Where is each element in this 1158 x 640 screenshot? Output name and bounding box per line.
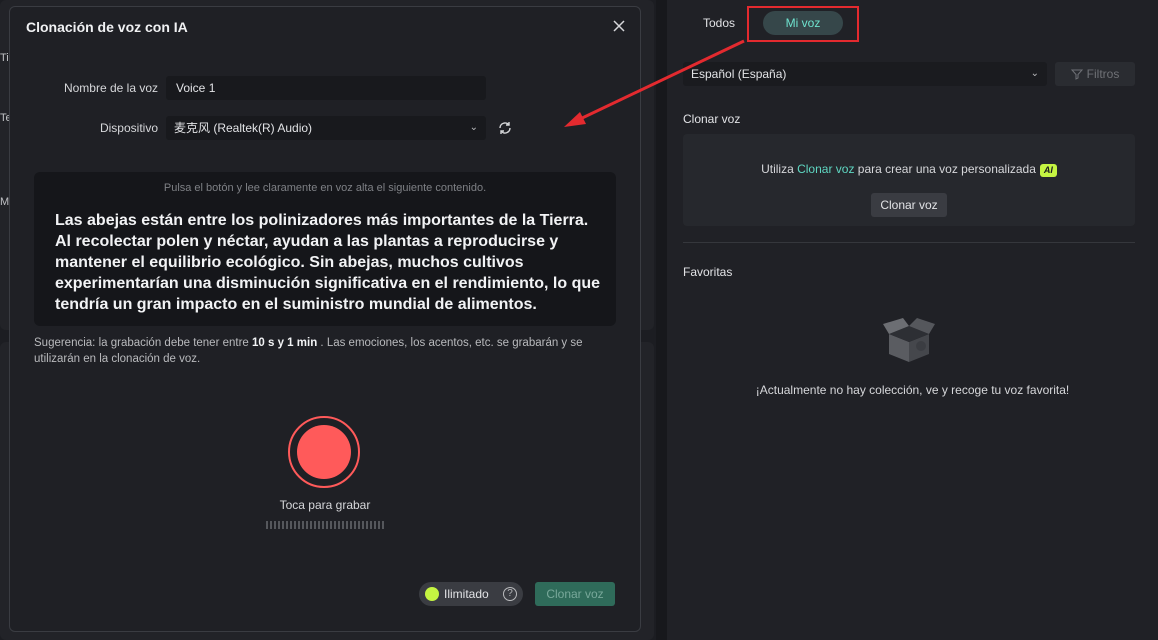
clone-card-button[interactable]: Clonar voz xyxy=(871,193,947,217)
waveform-bar xyxy=(330,521,332,529)
waveform-bar xyxy=(326,521,328,529)
refresh-icon[interactable] xyxy=(496,119,514,137)
waveform-bar xyxy=(322,521,324,529)
waveform-placeholder xyxy=(266,521,384,529)
close-icon[interactable] xyxy=(610,17,628,35)
favorites-title: Favoritas xyxy=(683,265,733,279)
waveform-bar xyxy=(342,521,344,529)
clone-voice-button[interactable]: Clonar voz xyxy=(535,582,615,606)
filter-icon xyxy=(1070,69,1083,80)
waveform-bar xyxy=(282,521,284,529)
recording-suggestion: Sugerencia: la grabación debe tener entr… xyxy=(34,335,624,367)
clone-card-text: Utiliza Clonar voz para crear una voz pe… xyxy=(683,162,1135,177)
filters-button[interactable]: Filtros xyxy=(1055,62,1135,86)
waveform-bar xyxy=(334,521,336,529)
record-icon xyxy=(297,425,351,479)
voice-clone-dialog: Clonación de voz con IA Nombre de la voz… xyxy=(9,6,641,632)
waveform-bar xyxy=(366,521,368,529)
voice-tabs: Todos Mi voz xyxy=(667,6,1158,42)
language-select[interactable]: Español (España) ⌄ xyxy=(683,62,1047,86)
reading-text: Las abejas están entre los polinizadores… xyxy=(55,212,601,313)
waveform-bar xyxy=(294,521,296,529)
voice-name-input[interactable]: Voice 1 xyxy=(166,76,486,100)
waveform-bar xyxy=(302,521,304,529)
unlimited-label: Ilimitado xyxy=(444,587,489,601)
suggestion-duration: 10 s y 1 min xyxy=(252,337,318,349)
filters-label: Filtros xyxy=(1086,67,1120,81)
record-label: Toca para grabar xyxy=(279,498,371,512)
voice-name-label: Nombre de la voz xyxy=(63,81,158,95)
waveform-bar xyxy=(306,521,308,529)
waveform-bar xyxy=(354,521,356,529)
clone-voice-link[interactable]: Clonar voz xyxy=(797,162,854,176)
clone-section-title: Clonar voz xyxy=(683,112,741,126)
reading-hint: Pulsa el botón y lee claramente en voz a… xyxy=(163,182,487,194)
suggestion-prefix: Sugerencia: la grabación debe tener entr… xyxy=(34,337,253,349)
help-icon[interactable]: ? xyxy=(503,587,517,601)
waveform-bar xyxy=(378,521,380,529)
waveform-bar xyxy=(270,521,272,529)
device-select[interactable]: 麦克风 (Realtek(R) Audio) ⌄ xyxy=(166,116,486,140)
ai-badge: AI xyxy=(1039,164,1057,177)
clone-text-suffix: para crear una voz personalizada xyxy=(854,162,1036,176)
clone-text-prefix: Utiliza xyxy=(761,162,798,176)
empty-favorites-text: ¡Actualmente no hay colección, ve y reco… xyxy=(755,383,1070,397)
annotation-highlight-box xyxy=(747,6,859,42)
clone-voice-card: Utiliza Clonar voz para crear una voz pe… xyxy=(683,134,1135,226)
waveform-bar xyxy=(278,521,280,529)
waveform-bar xyxy=(382,521,384,529)
waveform-bar xyxy=(286,521,288,529)
waveform-bar xyxy=(314,521,316,529)
background-label: M xyxy=(0,196,10,208)
unlimited-badge[interactable]: Ilimitado ? xyxy=(419,582,523,606)
language-select-value: Español (España) xyxy=(691,67,787,81)
empty-box-icon xyxy=(883,318,935,362)
waveform-bar xyxy=(370,521,372,529)
waveform-bar xyxy=(374,521,376,529)
background-label: Ti xyxy=(0,52,9,64)
tab-todos[interactable]: Todos xyxy=(703,16,735,30)
waveform-bar xyxy=(274,521,276,529)
waveform-bar xyxy=(298,521,300,529)
waveform-bar xyxy=(346,521,348,529)
waveform-bar xyxy=(266,521,268,529)
device-select-value: 麦克风 (Realtek(R) Audio) xyxy=(174,121,313,135)
dialog-title: Clonación de voz con IA xyxy=(26,19,188,35)
waveform-bar xyxy=(362,521,364,529)
voice-library-panel: Todos Mi voz Español (España) ⌄ Filtros … xyxy=(667,0,1158,640)
chevron-down-icon: ⌄ xyxy=(1030,68,1039,79)
divider xyxy=(683,242,1135,243)
credits-icon xyxy=(425,587,439,601)
waveform-bar xyxy=(358,521,360,529)
reading-text-box: Pulsa el botón y lee claramente en voz a… xyxy=(34,172,616,326)
waveform-bar xyxy=(318,521,320,529)
waveform-bar xyxy=(290,521,292,529)
waveform-bar xyxy=(338,521,340,529)
waveform-bar xyxy=(350,521,352,529)
chevron-down-icon: ⌄ xyxy=(469,122,478,133)
record-button[interactable] xyxy=(288,416,360,488)
device-label: Dispositivo xyxy=(99,121,158,135)
waveform-bar xyxy=(310,521,312,529)
